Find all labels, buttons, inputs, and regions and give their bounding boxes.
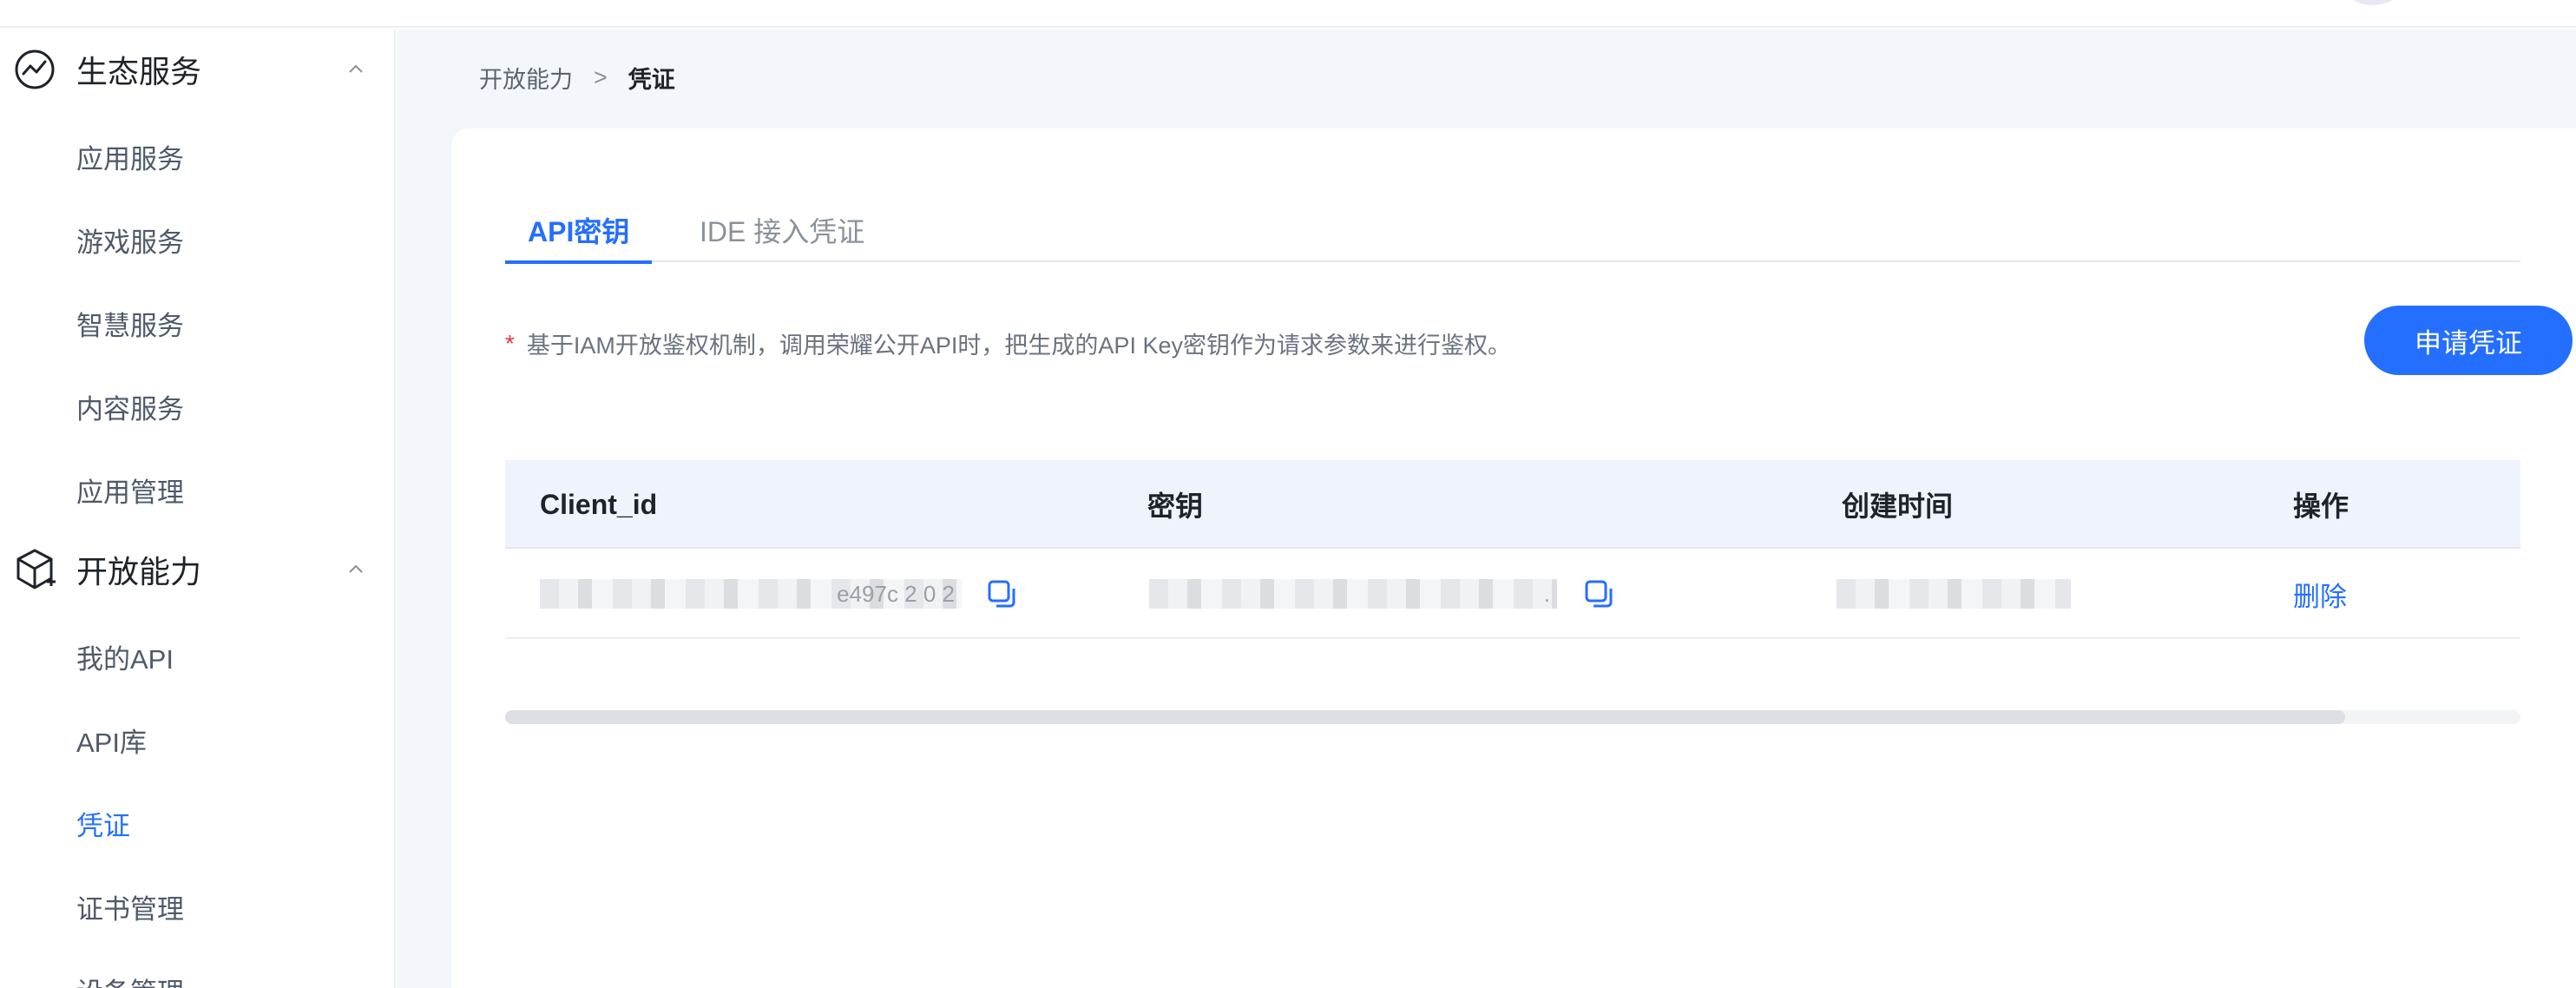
avatar[interactable] [2347, 0, 2399, 5]
breadcrumb-separator: > [594, 64, 608, 90]
cell-created-time [1837, 549, 2071, 639]
sidebar-item-label: 智慧服务 [76, 310, 184, 341]
breadcrumb-parent[interactable]: 开放能力 [479, 61, 573, 95]
chevron-up-icon[interactable] [345, 559, 366, 580]
sidebar-item-content-services[interactable]: 内容服务 [0, 373, 394, 439]
sidebar-item-my-api[interactable]: 我的API [0, 623, 394, 689]
notice-text: 基于IAM开放鉴权机制，调用荣耀公开API时，把生成的API Key密钥作为请求… [526, 333, 1511, 359]
sidebar-item-game-services[interactable]: 游戏服务 [0, 207, 394, 273]
column-header-secret: 密钥 [1147, 491, 1204, 522]
apply-credential-button[interactable]: 申请凭证 [2364, 306, 2573, 375]
sidebar-item-certificate-management[interactable]: 证书管理 [0, 873, 394, 939]
sidebar-item-label: 凭证 [76, 810, 130, 841]
sidebar-item-label: API库 [76, 727, 147, 758]
sidebar-item-app-management[interactable]: 应用管理 [0, 457, 394, 523]
credentials-table: Client_id 密钥 创建时间 操作 e497c 2 0 2 . 删除 [505, 460, 2520, 639]
tab-ide-credential[interactable]: IDE 接入凭证 [700, 201, 864, 262]
tab-active-underline [505, 260, 653, 264]
sidebar-group-open-capabilities[interactable]: 开放能力 [0, 535, 394, 604]
sidebar-group-label: 生态服务 [76, 54, 202, 89]
sidebar-item-label: 应用管理 [76, 477, 184, 508]
sidebar-item-label: 我的API [76, 643, 174, 675]
sidebar-item-label: 内容服务 [76, 393, 184, 425]
sidebar-item-app-services[interactable]: 应用服务 [0, 123, 394, 189]
sidebar-item-credentials[interactable]: 凭证 [0, 790, 394, 856]
client-id-value: e497c 2 0 2 [540, 579, 962, 609]
copy-icon[interactable] [986, 578, 1017, 609]
secret-value: . [1149, 579, 1557, 609]
sidebar-item-label: 应用服务 [76, 143, 184, 175]
notice: * 基于IAM开放鉴权机制，调用荣耀公开API时，把生成的API Key密钥作为… [505, 326, 1511, 360]
column-header-created-time: 创建时间 [1842, 491, 1954, 522]
created-time-value [1837, 579, 2071, 609]
delete-link[interactable]: 删除 [2293, 575, 2347, 614]
breadcrumb-current: 凭证 [628, 67, 675, 93]
trend-chart-circle-icon [15, 49, 55, 89]
sidebar-group-eco-services[interactable]: 生态服务 [0, 35, 394, 104]
tab-label: IDE 接入凭证 [700, 216, 865, 247]
column-header-client-id: Client_id [540, 488, 658, 520]
table-header: Client_id 密钥 创建时间 操作 [505, 460, 2520, 549]
horizontal-scrollbar[interactable] [505, 710, 2520, 724]
scrollbar-thumb[interactable] [505, 710, 2345, 724]
cell-client-id: e497c 2 0 2 [540, 549, 1017, 639]
sidebar-item-label: 证书管理 [76, 893, 184, 925]
main-content: 开放能力 > 凭证 API密钥 IDE 接入凭证 * 基于IAM开放鉴权机制，调… [398, 30, 2576, 988]
cube-plus-icon [16, 549, 56, 590]
tab-bar: API密钥 IDE 接入凭证 [505, 201, 2520, 264]
tab-label: API密钥 [528, 216, 630, 247]
copy-icon[interactable] [1583, 578, 1614, 609]
sidebar-item-label: 游戏服务 [76, 227, 184, 258]
sidebar-item-label: 设备管理 [76, 971, 184, 988]
breadcrumb: 开放能力 > 凭证 [479, 61, 675, 95]
sidebar-item-api-library[interactable]: API库 [0, 707, 394, 773]
column-header-actions: 操作 [2293, 491, 2349, 522]
table-row: e497c 2 0 2 . 删除 [505, 549, 2520, 639]
credentials-card: API密钥 IDE 接入凭证 * 基于IAM开放鉴权机制，调用荣耀公开API时，… [451, 128, 2576, 988]
sidebar-item-device-management[interactable]: 设备管理 [0, 957, 394, 988]
cell-secret: . [1149, 549, 1614, 639]
required-marker: * [505, 329, 515, 357]
tab-api-key[interactable]: API密钥 [505, 201, 653, 264]
sidebar: 生态服务 应用服务 游戏服务 智慧服务 内容服务 应用管理 开放能力 我的API [0, 30, 396, 988]
top-bar [0, 0, 2576, 28]
sidebar-item-smart-services[interactable]: 智慧服务 [0, 290, 394, 356]
cell-actions: 删除 [2293, 549, 2347, 639]
chevron-up-icon[interactable] [345, 59, 366, 80]
sidebar-group-label: 开放能力 [76, 554, 202, 590]
